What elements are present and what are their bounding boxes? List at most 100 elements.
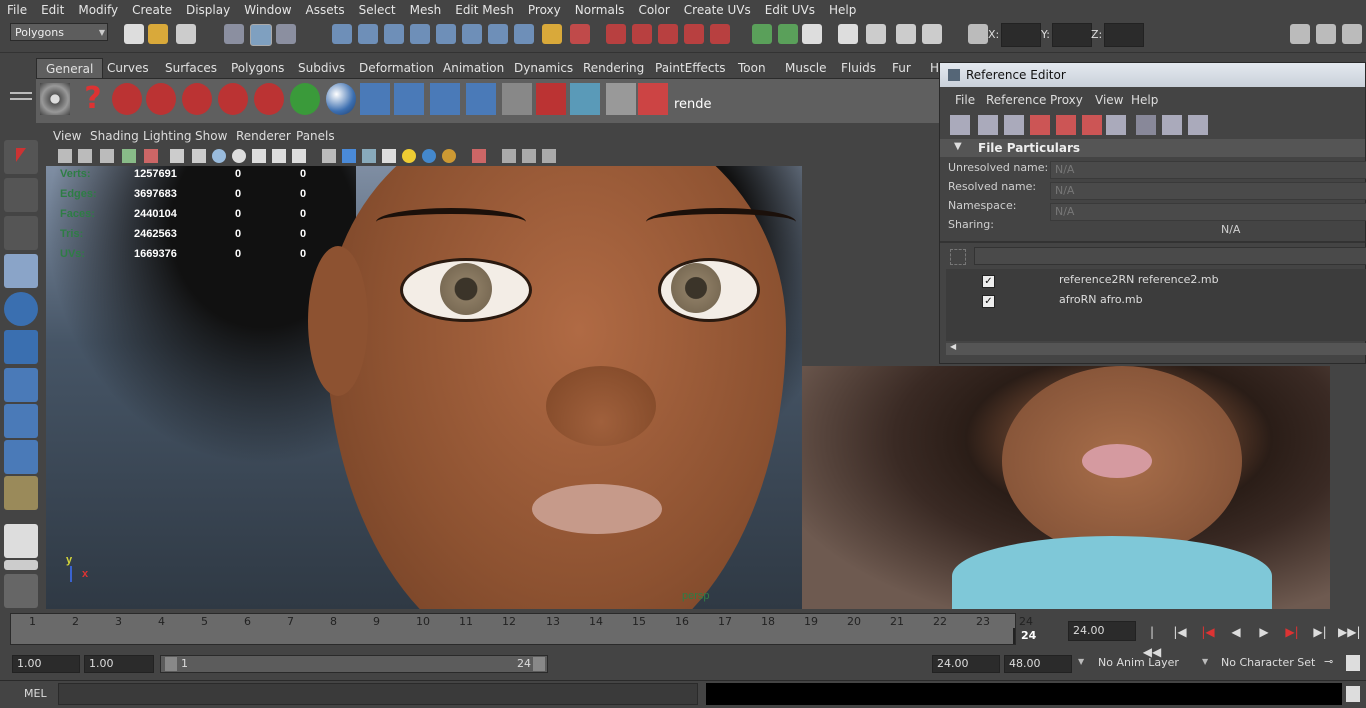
film-reel-icon[interactable] xyxy=(40,83,70,115)
manipulator-tool-icon[interactable] xyxy=(4,368,38,402)
menu-mesh[interactable]: Mesh xyxy=(403,3,449,17)
new-scene-icon[interactable] xyxy=(124,24,144,44)
menu-normals[interactable]: Normals xyxy=(568,3,632,17)
tree-view-icon[interactable] xyxy=(1188,115,1208,135)
refed-menu-proxy[interactable]: Proxy xyxy=(1050,93,1083,107)
light-icon[interactable] xyxy=(536,83,566,115)
render-view-icon[interactable] xyxy=(710,24,730,44)
reload-reference-icon[interactable] xyxy=(978,115,998,135)
vp-menu-renderer[interactable]: Renderer xyxy=(236,129,291,143)
snap-plane-icon[interactable] xyxy=(410,24,430,44)
refed-menu-help[interactable]: Help xyxy=(1131,93,1158,107)
xray-joints-icon[interactable] xyxy=(502,149,516,163)
horizontal-scrollbar[interactable]: ◀ xyxy=(946,342,1366,355)
history-icon[interactable] xyxy=(488,24,508,44)
scroll-left-icon[interactable]: ◀ xyxy=(950,342,956,351)
tab-subdivs[interactable]: Subdivs xyxy=(289,58,354,78)
vp-menu-show[interactable]: Show xyxy=(195,129,227,143)
xray-active-icon[interactable] xyxy=(522,149,536,163)
perspective-viewport[interactable]: Verts: 1257691 0 0 Edges: 3697683 0 0 Fa… xyxy=(46,166,802,609)
step-forward-icon[interactable]: ▶| xyxy=(1310,622,1330,642)
render-frame-icon[interactable] xyxy=(606,24,626,44)
go-to-end-icon[interactable]: ▶▶| xyxy=(1338,622,1361,642)
bookmark-icon[interactable] xyxy=(100,149,114,163)
refed-menu-file[interactable]: File xyxy=(955,93,975,107)
end-time-field[interactable]: 48.00 xyxy=(1004,655,1072,673)
anim-prefs-icon[interactable] xyxy=(1346,655,1360,671)
image-plane-icon[interactable] xyxy=(122,149,136,163)
reference-filter-field[interactable] xyxy=(974,247,1366,265)
menu-edit[interactable]: Edit xyxy=(34,3,71,17)
play-backwards-icon[interactable]: ◀ xyxy=(1226,622,1246,642)
current-time-field[interactable]: 24.00 xyxy=(1068,621,1136,641)
vp-menu-panels[interactable]: Panels xyxy=(296,129,335,143)
shadow-icon[interactable] xyxy=(442,149,456,163)
render-settings-icon[interactable] xyxy=(658,24,678,44)
render-icon-5[interactable] xyxy=(254,83,284,115)
xray-icon[interactable] xyxy=(272,149,286,163)
construction-history-icon[interactable] xyxy=(570,24,590,44)
shaded-cube-icon[interactable] xyxy=(342,149,356,163)
detail-view-icon[interactable] xyxy=(1162,115,1182,135)
vp-menu-lighting[interactable]: Lighting xyxy=(143,129,192,143)
mel-label[interactable]: MEL xyxy=(24,687,47,700)
outliner-layout-icon[interactable] xyxy=(4,574,38,608)
create-reference-icon[interactable] xyxy=(950,115,970,135)
paint-select-tool-icon[interactable] xyxy=(4,216,38,250)
go-to-start-icon[interactable]: |◀◀ xyxy=(1142,622,1162,659)
reference-checkbox[interactable]: ✓ xyxy=(982,275,995,288)
light-all-icon[interactable] xyxy=(422,149,436,163)
joint-icon-1[interactable] xyxy=(360,83,390,115)
wire-on-shaded-icon[interactable] xyxy=(252,149,266,163)
select-hierarchy-icon[interactable] xyxy=(224,24,244,44)
lasso-tool-icon[interactable] xyxy=(4,178,38,212)
chevron-down-icon[interactable]: ▼ xyxy=(1078,657,1084,666)
key-icon[interactable]: ⊸ xyxy=(1324,655,1333,668)
rename-icon[interactable] xyxy=(778,24,798,44)
resolved-name-field[interactable]: N/A xyxy=(1050,182,1366,200)
wire-cube-icon[interactable] xyxy=(322,149,336,163)
snap-grid-icon[interactable] xyxy=(332,24,352,44)
tab-muscle[interactable]: Muscle xyxy=(776,58,836,78)
share-icon[interactable] xyxy=(542,149,556,163)
range-end-handle[interactable] xyxy=(533,657,545,671)
save-scene-icon[interactable] xyxy=(176,24,196,44)
render-icon-1[interactable] xyxy=(112,83,142,115)
menu-modify[interactable]: Modify xyxy=(71,3,125,17)
camera-attr-icon[interactable] xyxy=(78,149,92,163)
tab-toon[interactable]: Toon xyxy=(729,58,775,78)
open-scene-icon[interactable] xyxy=(148,24,168,44)
reference-item-name[interactable]: reference2RN reference2.mb xyxy=(1059,273,1219,286)
tab-surfaces[interactable]: Surfaces xyxy=(156,58,226,78)
soft-mod-tool-icon[interactable] xyxy=(4,404,38,438)
namespace-field[interactable]: N/A xyxy=(1050,203,1366,221)
grid-toggle-icon[interactable] xyxy=(170,149,184,163)
reference-checkbox[interactable]: ✓ xyxy=(982,295,995,308)
unresolved-name-field[interactable]: N/A xyxy=(1050,161,1366,179)
tab-painteffects[interactable]: PaintEffects xyxy=(646,58,734,78)
shelf-menu-icon[interactable] xyxy=(10,82,32,122)
playback-start-field[interactable]: 1.00 xyxy=(84,655,154,673)
tab-animation[interactable]: Animation xyxy=(434,58,513,78)
paint-icon[interactable] xyxy=(638,83,668,115)
select-file-icon[interactable] xyxy=(1106,115,1126,135)
joint-icon-3[interactable] xyxy=(430,83,460,115)
hypershade-icon[interactable] xyxy=(684,24,704,44)
range-start-handle[interactable] xyxy=(165,657,177,671)
layout-single-icon[interactable] xyxy=(4,524,38,558)
menu-assets[interactable]: Assets xyxy=(299,3,352,17)
chevron-down-icon[interactable]: ▼ xyxy=(1202,657,1208,666)
anim-layer-dropdown[interactable]: No Anim Layer xyxy=(1098,656,1179,669)
menu-help[interactable]: Help xyxy=(822,3,863,17)
sphere-icon[interactable] xyxy=(326,83,356,115)
step-back-key-icon[interactable]: |◀ xyxy=(1198,622,1218,642)
checker-icon[interactable] xyxy=(382,149,396,163)
select-object-icon[interactable] xyxy=(250,24,272,46)
light-default-icon[interactable] xyxy=(402,149,416,163)
render-icon-2[interactable] xyxy=(146,83,176,115)
menu-proxy[interactable]: Proxy xyxy=(521,3,568,17)
help-icon[interactable] xyxy=(514,24,534,44)
transform-mode-icon[interactable] xyxy=(968,24,988,44)
outliner-icon[interactable] xyxy=(896,24,916,44)
vp-menu-shading[interactable]: Shading xyxy=(90,129,139,143)
